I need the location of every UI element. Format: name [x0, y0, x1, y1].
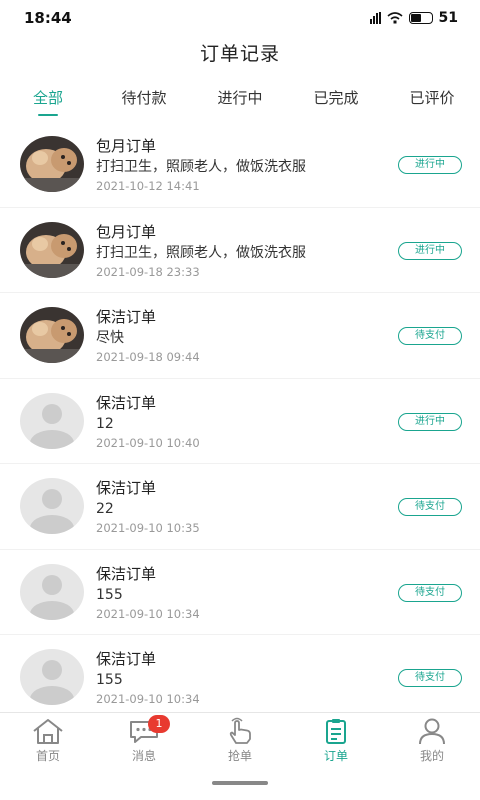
tab-label: 进行中	[217, 89, 263, 107]
avatar	[20, 221, 84, 278]
tab-label: 全部	[32, 89, 63, 107]
status-badge: 待支付	[398, 669, 462, 687]
order-text: 保洁订单 尽快 2021-09-18 09:44	[96, 307, 200, 365]
status-icons: 51	[369, 10, 458, 26]
wifi-icon	[386, 12, 403, 24]
order-text: 保洁订单 155 2021-09-10 10:34	[96, 564, 200, 622]
status-badge: 进行中	[398, 156, 462, 174]
order-list-item[interactable]: 保洁订单 155 2021-09-10 10:34 待支付	[0, 550, 480, 635]
tab-label: 已完成	[313, 89, 359, 107]
nav-label: 订单	[323, 749, 348, 763]
order-type: 包月订单	[96, 137, 157, 155]
order-description: 155	[96, 672, 123, 688]
order-type: 保洁订单	[96, 650, 157, 668]
avatar	[20, 392, 84, 449]
tab-active-indicator	[38, 114, 58, 116]
order-description: 155	[96, 586, 123, 603]
order-text: 保洁订单 22 2021-09-10 10:35	[96, 478, 200, 536]
battery-level: 51	[438, 10, 458, 26]
order-text: 包月订单 打扫卫生，照顾老人，做饭洗衣服 2021-09-18 23:33	[96, 222, 306, 280]
nav-label: 首页	[35, 749, 60, 763]
order-tabs: 全部 待付款 进行中 已完成 已评价	[0, 80, 480, 116]
order-description: 尽快	[96, 330, 124, 346]
order-time: 2021-09-10 10:40	[96, 435, 200, 450]
avatar	[20, 649, 84, 705]
tab-completed[interactable]: 已完成	[308, 80, 364, 116]
avatar	[20, 563, 84, 620]
nav-label: 消息	[131, 749, 156, 763]
signal-icon	[369, 12, 381, 24]
user-icon	[419, 718, 445, 745]
status-badge: 待支付	[398, 327, 462, 345]
order-list-item[interactable]: 包月订单 打扫卫生，照顾老人，做饭洗衣服 2021-10-12 14:41 进行…	[0, 122, 480, 208]
order-time: 2021-09-10 10:35	[96, 521, 200, 535]
avatar	[20, 478, 84, 534]
order-description: 打扫卫生，照顾老人，做饭洗衣服	[96, 244, 306, 261]
order-description: 22	[96, 501, 114, 517]
hand-tap-icon	[229, 717, 251, 744]
status-badge: 待支付	[398, 498, 462, 516]
order-type: 保洁订单	[96, 308, 157, 326]
order-list-item[interactable]: 保洁订单 22 2021-09-10 10:35 待支付	[0, 464, 480, 550]
page-title: 订单记录	[199, 43, 280, 65]
status-badge: 进行中	[398, 412, 462, 431]
order-list-item[interactable]: 保洁订单 155 2021-09-10 10:34 待支付	[0, 635, 480, 712]
battery-icon	[408, 12, 433, 24]
order-text: 保洁订单 12 2021-09-10 10:40	[96, 393, 200, 451]
tab-in-progress[interactable]: 进行中	[212, 80, 268, 116]
order-list[interactable]: 包月订单 打扫卫生，照顾老人，做饭洗衣服 2021-10-12 14:41 进行…	[0, 122, 480, 712]
order-time: 2021-09-18 23:33	[96, 264, 200, 279]
nav-grab-order[interactable]: 抢单	[192, 713, 288, 769]
nav-profile[interactable]: 我的	[384, 713, 480, 769]
tab-label: 已评价	[409, 89, 455, 107]
tab-all[interactable]: 全部	[28, 80, 68, 116]
order-list-item[interactable]: 保洁订单 尽快 2021-09-18 09:44 待支付	[0, 293, 480, 379]
order-clipboard-icon	[326, 719, 346, 744]
tab-label: 待付款	[121, 89, 167, 107]
bottom-nav: 首页 1 消息 抢单 订单 我的	[0, 712, 480, 768]
status-badge: 进行中	[398, 241, 462, 260]
order-time: 2021-09-10 10:34	[96, 692, 200, 706]
order-type: 保洁订单	[96, 393, 157, 412]
order-text: 保洁订单 155 2021-09-10 10:34	[96, 649, 200, 707]
order-type: 保洁订单	[96, 564, 157, 583]
order-type: 包月订单	[96, 222, 157, 241]
status-bar: 18:44 51	[0, 0, 480, 36]
order-description: 打扫卫生，照顾老人，做饭洗衣服	[96, 159, 306, 175]
order-time: 2021-09-10 10:34	[96, 606, 200, 621]
avatar	[20, 307, 84, 363]
order-list-item[interactable]: 保洁订单 12 2021-09-10 10:40 进行中	[0, 379, 480, 464]
nav-label: 抢单	[227, 749, 252, 763]
nav-home[interactable]: 首页	[0, 713, 96, 769]
home-indicator[interactable]	[212, 781, 268, 785]
order-list-item[interactable]: 包月订单 打扫卫生，照顾老人，做饭洗衣服 2021-09-18 23:33 进行…	[0, 208, 480, 293]
order-text: 包月订单 打扫卫生，照顾老人，做饭洗衣服 2021-10-12 14:41	[96, 136, 306, 194]
tab-pending-payment[interactable]: 待付款	[116, 80, 172, 116]
nav-messages[interactable]: 1 消息	[96, 713, 192, 769]
order-time: 2021-10-12 14:41	[96, 179, 200, 193]
home-icon	[33, 719, 63, 744]
nav-label: 我的	[419, 749, 444, 763]
order-type: 保洁订单	[96, 479, 157, 497]
unread-badge: 1	[148, 715, 170, 733]
avatar	[20, 136, 84, 192]
order-description: 12	[96, 415, 114, 432]
nav-orders[interactable]: 订单	[288, 713, 384, 769]
status-badge: 待支付	[398, 583, 462, 602]
title-bar: 订单记录	[0, 36, 480, 72]
order-time: 2021-09-18 09:44	[96, 350, 200, 364]
tab-reviewed[interactable]: 已评价	[404, 80, 460, 116]
status-time: 18:44	[24, 9, 72, 27]
